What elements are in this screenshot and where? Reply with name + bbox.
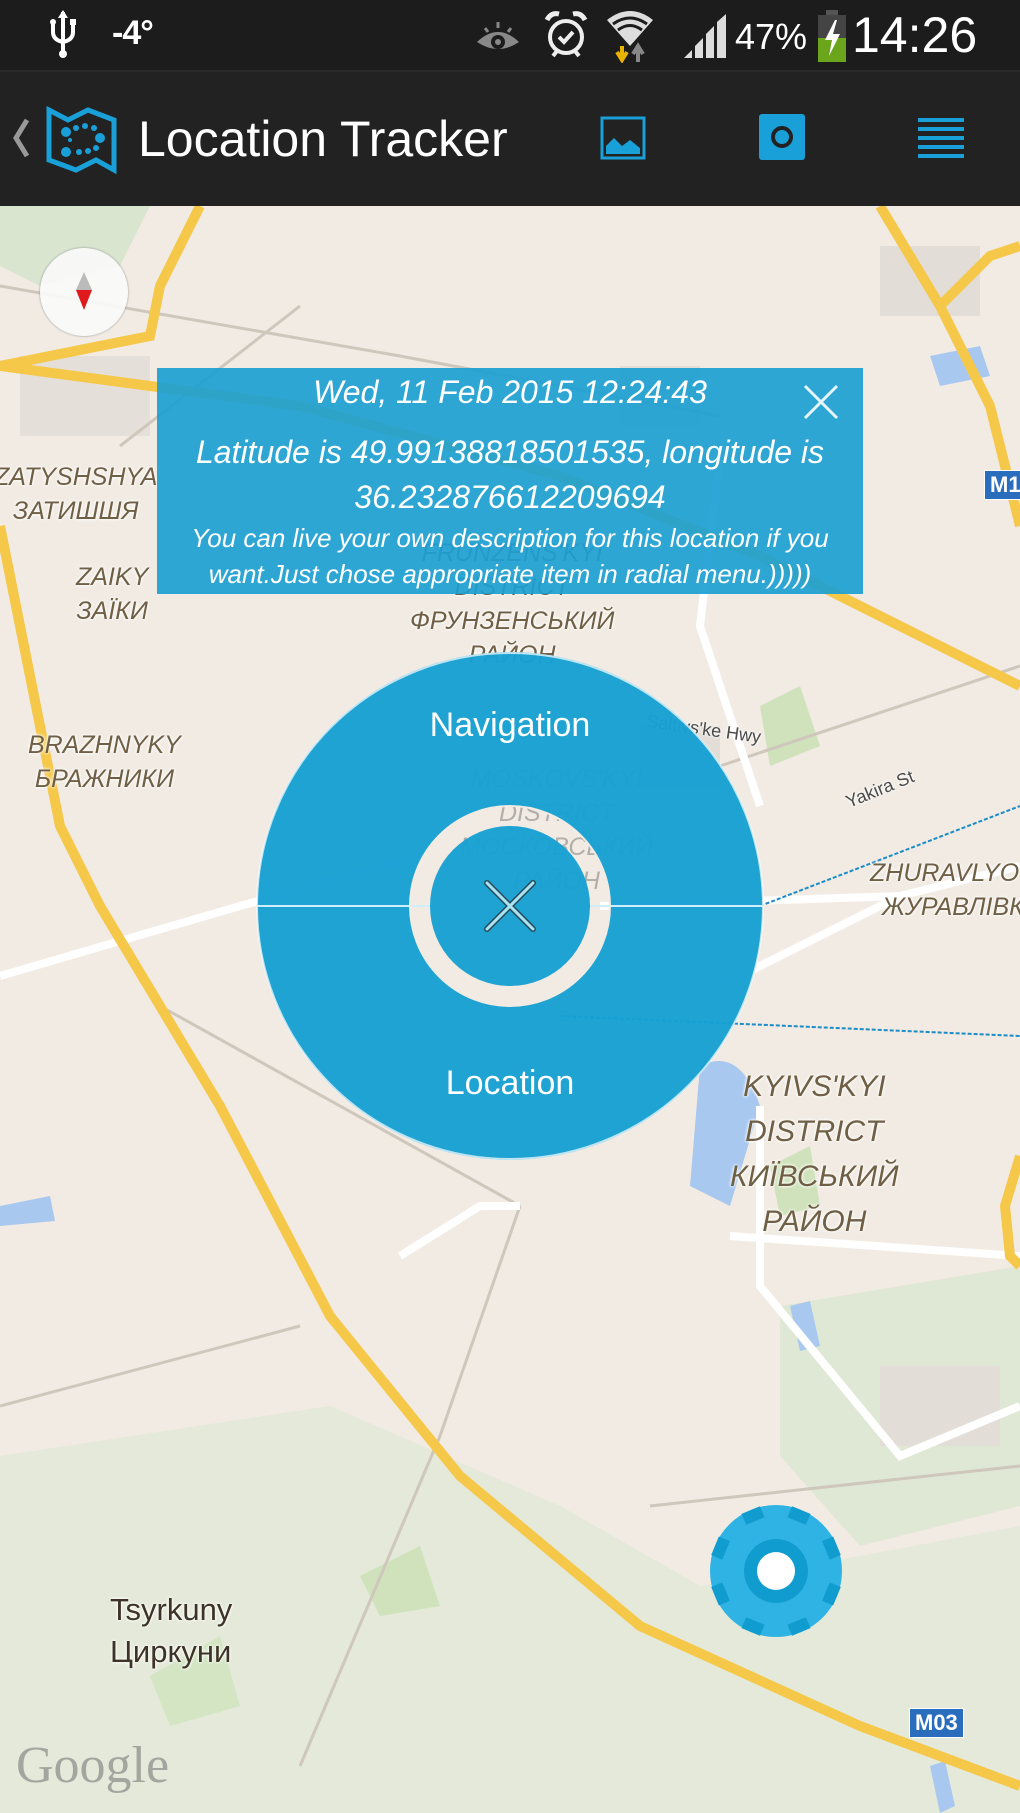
info-date: Wed, 11 Feb 2015 12:24:43 — [313, 374, 707, 410]
map-label-brazhnyky: BRAZHNYKY БРАЖНИКИ — [28, 731, 181, 793]
location-info-panel: Wed, 11 Feb 2015 12:24:43 Latitude is 49… — [157, 368, 863, 594]
road-shield-m1: M1 — [984, 470, 1020, 500]
compass-needle-icon — [76, 272, 92, 310]
battery-percent: 47% — [735, 16, 808, 57]
clock: 14:26 — [852, 7, 978, 63]
alarm-icon — [544, 11, 588, 58]
close-info-icon[interactable] — [799, 380, 843, 424]
road-shield-m03: M03 — [909, 1708, 964, 1738]
app-logo-map-icon[interactable] — [46, 106, 118, 174]
signal-icon — [684, 14, 726, 58]
radial-label-navigation[interactable]: Navigation — [255, 706, 765, 745]
settings-gear-button[interactable] — [708, 1503, 844, 1639]
compass-button[interactable] — [40, 248, 128, 336]
app-title: Location Tracker — [138, 111, 508, 167]
radial-label-location[interactable]: Location — [255, 1064, 765, 1103]
usb-icon — [50, 10, 76, 58]
action-bar: Location Tracker — [0, 72, 1020, 208]
status-bar: -4° 47% 14:26 — [0, 0, 1020, 72]
map-label-zhuravlivka: ZHURAVLYOV ЖУРАВЛІВК — [870, 859, 1020, 921]
map-label-tsyrkuny: Tsyrkuny Циркуни — [110, 1592, 233, 1669]
temperature: -4° — [112, 14, 154, 52]
wifi-icon — [607, 11, 653, 63]
gallery-icon[interactable] — [600, 116, 646, 160]
back-chevron-icon[interactable] — [12, 118, 30, 158]
gear-icon — [710, 1505, 842, 1637]
camera-icon[interactable] — [759, 114, 805, 162]
eye-icon — [477, 22, 519, 49]
map-label-zaiky: ZAIKY ЗАЇКИ — [76, 563, 149, 625]
info-coordinates: Latitude is 49.99138818501535, longitude… — [195, 434, 825, 515]
info-description: You can live your own description for th… — [191, 523, 829, 589]
map-label-zatyshshya: ZATYSHSHYA ЗАТИШШЯ — [0, 463, 158, 525]
google-attribution: Google — [16, 1737, 170, 1794]
radial-menu: Navigation Location — [255, 651, 765, 1161]
list-menu-icon[interactable] — [918, 118, 964, 160]
battery-charging-icon — [818, 10, 846, 62]
